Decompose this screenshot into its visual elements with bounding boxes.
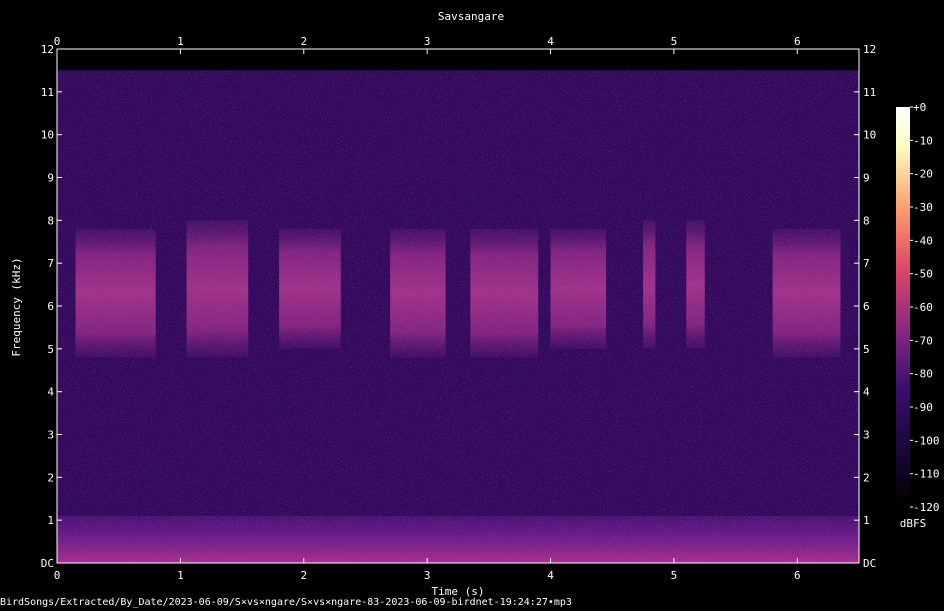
x-tick-label-bottom: 6	[794, 569, 801, 582]
spectrogram-plot-area	[57, 49, 859, 563]
y-tick-label-left: 11	[41, 86, 54, 99]
colorbar-label: dBFS	[900, 517, 927, 530]
colorbar-tick-label: -60	[913, 301, 933, 314]
colorbar-tick-label: -20	[913, 168, 933, 181]
x-tick-label-bottom: 5	[671, 569, 678, 582]
x-tick-label-top: 1	[177, 35, 184, 48]
x-tick-label-top: 2	[300, 35, 307, 48]
x-axis-label: Time (s)	[432, 585, 485, 597]
spectrogram-speckle-texture	[57, 70, 859, 563]
y-tick-label-right: 11	[863, 86, 876, 99]
colorbar-tick-label: +0	[913, 101, 926, 114]
y-tick-label-left: 2	[47, 471, 54, 484]
y-tick-label-right: 4	[863, 386, 870, 399]
y-tick-label-right: 12	[863, 43, 876, 56]
y-tick-label-left: 7	[47, 257, 54, 270]
y-tick-label-right: 10	[863, 129, 876, 142]
colorbar-tick-label: -80	[913, 368, 933, 381]
y-axis-label: Frequency (kHz)	[10, 257, 23, 356]
x-tick-label-bottom: 4	[547, 569, 554, 582]
colorbar: +0 -10 -20 -30 -40 -50 -60 -70 -80 -90 -100 -110 -12…	[896, 101, 940, 530]
y-tick-label-right: 6	[863, 300, 870, 313]
x-tick-label-bottom: 0	[54, 569, 61, 582]
y-tick-label-left: 6	[47, 300, 54, 313]
x-tick-label-bottom: 2	[300, 569, 307, 582]
y-tick-label-right: 5	[863, 343, 870, 356]
x-tick-label-bottom: 3	[424, 569, 431, 582]
y-tick-label-left: 8	[47, 214, 54, 227]
x-tick-label-top: 0	[54, 35, 61, 48]
colorbar-tick-label: -40	[913, 234, 933, 247]
y-tick-label-left: 12	[41, 43, 54, 56]
y-tick-label-right: 1	[863, 514, 870, 527]
x-tick-label-bottom: 1	[177, 569, 184, 582]
y-tick-label-right: DC	[863, 557, 876, 570]
file-path-footer: BirdSongs/Extracted/By_Date/2023-06-09/S…	[0, 597, 572, 608]
y-tick-label-left: 3	[47, 429, 54, 442]
x-tick-label-top: 6	[794, 35, 801, 48]
spectrogram-figure: Savsangare 00112233445566 DC DC1 12 23 34 45 5…	[10, 10, 940, 597]
y-tick-label-right: 9	[863, 172, 870, 185]
colorbar-tick-label: -30	[913, 201, 933, 214]
y-tick-label-left: 4	[47, 386, 54, 399]
colorbar-tick-label: -120	[913, 501, 940, 514]
colorbar-gradient	[896, 107, 910, 507]
colorbar-tick-label: -110	[913, 468, 940, 481]
y-tick-label-right: 7	[863, 257, 870, 270]
x-tick-label-top: 4	[547, 35, 554, 48]
colorbar-tick-label: -70	[913, 334, 933, 347]
y-tick-label-right: 2	[863, 471, 870, 484]
chart-title: Savsangare	[438, 10, 504, 23]
y-tick-label-left: DC	[41, 557, 54, 570]
colorbar-tick-label: -10	[913, 134, 933, 147]
y-tick-label-right: 3	[863, 429, 870, 442]
colorbar-tick-label: -100	[913, 434, 940, 447]
x-tick-label-top: 3	[424, 35, 431, 48]
colorbar-tick-label: -50	[913, 268, 933, 281]
colorbar-tick-label: -90	[913, 401, 933, 414]
y-tick-label-left: 9	[47, 172, 54, 185]
y-tick-label-left: 10	[41, 129, 54, 142]
y-tick-label-right: 8	[863, 214, 870, 227]
x-tick-label-top: 5	[671, 35, 678, 48]
y-tick-label-left: 1	[47, 514, 54, 527]
y-tick-label-left: 5	[47, 343, 54, 356]
